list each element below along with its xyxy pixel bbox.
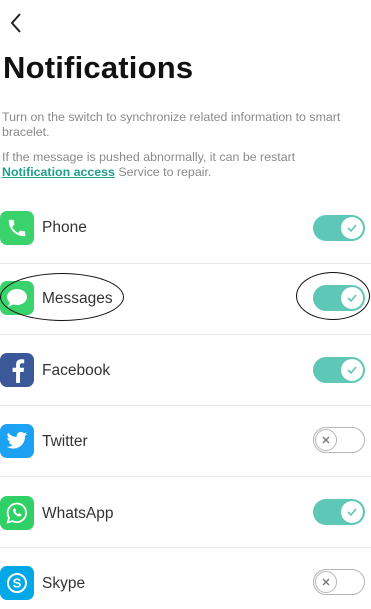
repair-hint-prefix: If the message is pushed abnormally, it …: [2, 150, 296, 164]
toggle-knob: [315, 428, 337, 451]
app-label-messages: Messages: [42, 290, 113, 307]
description-text: Turn on the switch to synchronize relate…: [2, 110, 341, 139]
check-icon: [347, 366, 357, 375]
whatsapp-icon: [0, 496, 34, 530]
app-row-phone: Phone: [0, 193, 371, 264]
skype-icon: S: [0, 566, 34, 600]
toggle-whatsapp[interactable]: [313, 499, 365, 525]
app-label-skype: Skype: [42, 575, 86, 592]
facebook-icon: [0, 353, 34, 387]
app-label-twitter: Twitter: [42, 433, 88, 450]
app-row-messages: Messages: [0, 264, 371, 335]
toggle-facebook[interactable]: [313, 357, 365, 383]
app-label-phone: Phone: [42, 219, 87, 236]
app-label-facebook: Facebook: [42, 362, 111, 379]
check-icon: [347, 508, 357, 517]
phone-icon: [0, 211, 34, 245]
x-icon: [322, 436, 330, 443]
app-row-facebook: Facebook: [0, 335, 371, 406]
messages-icon: [0, 281, 34, 315]
check-icon: [347, 224, 357, 233]
repair-hint-suffix: Service to repair.: [114, 165, 212, 179]
toggle-knob: [315, 570, 337, 593]
toggle-knob: [341, 359, 363, 381]
check-icon: [347, 294, 357, 303]
svg-text:S: S: [13, 576, 22, 591]
app-row-skype: S Skype: [0, 548, 371, 609]
app-row-twitter: Twitter: [0, 406, 371, 477]
chevron-left-icon: [10, 13, 21, 33]
app-row-whatsapp: WhatsApp: [0, 477, 371, 548]
app-label-whatsapp: WhatsApp: [42, 505, 114, 522]
twitter-icon: [0, 424, 34, 458]
toggle-knob: [341, 217, 363, 239]
notification-access-link[interactable]: Notification access: [2, 165, 115, 179]
toggle-messages[interactable]: [313, 285, 365, 311]
back-button[interactable]: [4, 10, 28, 36]
x-icon: [322, 578, 330, 585]
toggle-twitter[interactable]: [313, 427, 365, 453]
toggle-knob: [341, 287, 363, 309]
toggle-knob: [341, 501, 363, 523]
repair-hint: If the message is pushed abnormally, it …: [2, 150, 362, 180]
toggle-phone[interactable]: [313, 215, 365, 241]
page-title: Notifications: [3, 50, 194, 85]
toggle-skype[interactable]: [313, 569, 365, 595]
